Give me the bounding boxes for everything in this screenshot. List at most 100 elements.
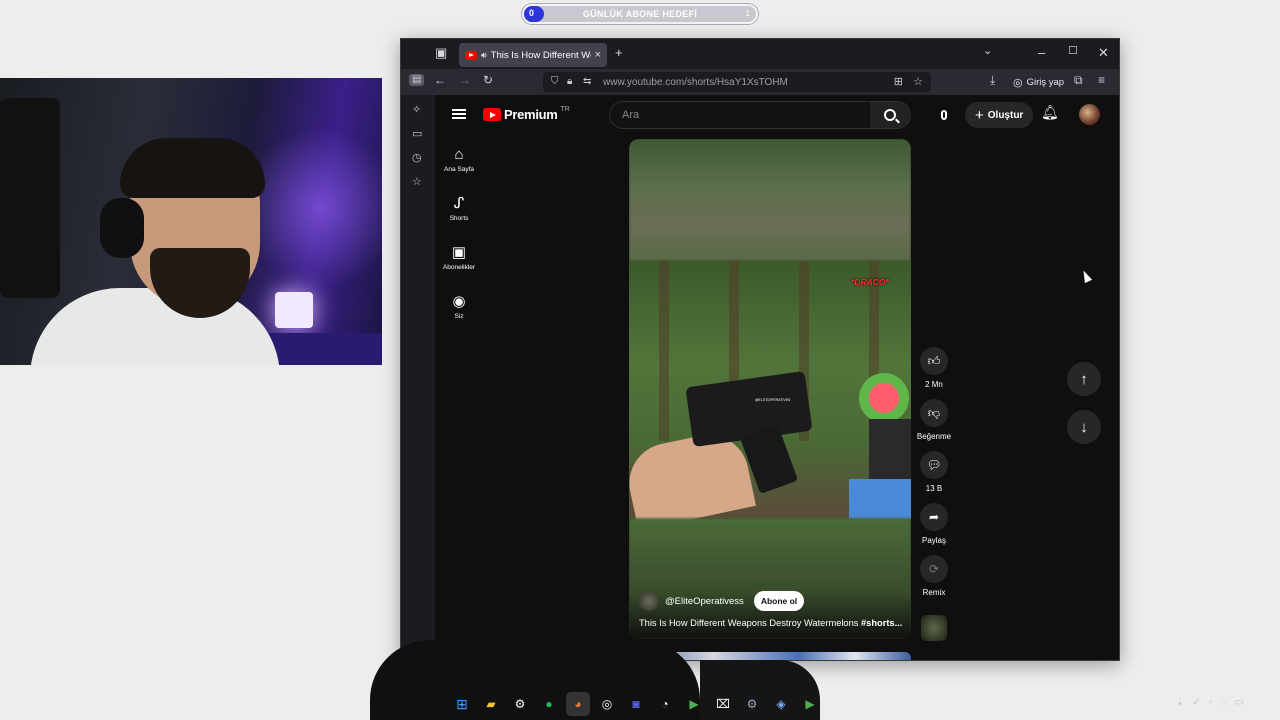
subscriber-goal-bar: 0 GÜNLÜK ABONE HEDEFİ 1 xyxy=(522,4,758,24)
logo-text: Premium xyxy=(504,107,558,122)
dislike-label: Beğenme xyxy=(916,432,952,441)
goal-label: GÜNLÜK ABONE HEDEFİ xyxy=(582,9,698,19)
tab-list-chevron-icon[interactable]: ⌄ xyxy=(983,46,992,57)
caption-hashtag[interactable]: #shorts... xyxy=(861,618,902,628)
guide-item-subscriptions[interactable]: ▣ Abonelikler xyxy=(435,245,483,271)
downloads-icon[interactable]: ⤓ xyxy=(990,74,995,86)
comments-button[interactable]: 💬︎ 13 B xyxy=(917,451,951,493)
history-icon[interactable]: ◷ xyxy=(412,153,422,164)
video-blur-top xyxy=(629,139,911,261)
tray-icon-5[interactable]: ▭ xyxy=(1234,697,1243,708)
system-tray: ⇣ ✓ ▫ ◌ ▭ xyxy=(1176,697,1244,708)
search-box xyxy=(609,101,911,129)
bookmarks-star-icon[interactable]: ☆ xyxy=(412,177,422,188)
close-window-icon[interactable]: ✕ xyxy=(1098,46,1109,59)
channel-info: @EliteOperativess Abone ol xyxy=(639,591,805,611)
obs-icon[interactable]: ◎ xyxy=(595,692,619,716)
short-video-player[interactable]: *DRACO* @ELITEOPERATIVES @EliteOperative… xyxy=(629,139,911,639)
reload-icon[interactable]: ↻ xyxy=(483,74,493,86)
guide-label: Siz xyxy=(454,313,464,320)
tab-manager-icon[interactable]: ▣ xyxy=(435,46,447,59)
video-overlay-tag: *DRACO* xyxy=(851,277,889,287)
create-button[interactable]: + Oluştur xyxy=(965,102,1034,128)
voice-search-button[interactable] xyxy=(932,103,956,127)
sign-in-label: Giriş yap xyxy=(1026,76,1065,88)
network-app-icon[interactable]: ◈ xyxy=(769,692,793,716)
extensions-icon[interactable]: ⧉ xyxy=(1074,74,1083,86)
nav-bar: ▤ ← → ↻ ⛉ 🔒︎ ⇆ www.youtube.com/shorts/Hs… xyxy=(401,69,1119,95)
tab-title: This Is How Different Weapo xyxy=(490,49,591,61)
comment-icon: 💬︎ xyxy=(920,451,948,479)
windows-start-icon[interactable]: ⊞ xyxy=(450,692,474,716)
speaker-icon[interactable]: 🔊︎ xyxy=(481,50,487,61)
permissions-icon[interactable]: ⇆ xyxy=(583,76,591,87)
media-player-2-icon[interactable]: ▶ xyxy=(798,692,822,716)
guide-item-you[interactable]: ◉ Siz xyxy=(435,294,483,320)
spotify-icon[interactable]: ● xyxy=(537,692,561,716)
notifications-bell-icon[interactable]: 🔔︎ xyxy=(1041,105,1059,119)
guide-label: Shorts xyxy=(449,215,469,222)
tray-icon-3[interactable]: ▫ xyxy=(1209,697,1213,708)
microphone-icon xyxy=(941,110,947,120)
tray-icon-1[interactable]: ⇣ xyxy=(1176,697,1184,708)
shield-icon[interactable]: ⛉ xyxy=(551,76,559,87)
dislike-button[interactable]: 👎︎ Beğenme xyxy=(917,399,951,441)
bookmark-star-icon[interactable]: ☆ xyxy=(913,75,923,88)
menu-icon[interactable]: ≡ xyxy=(1098,74,1105,86)
file-explorer-icon[interactable]: ▰ xyxy=(479,692,503,716)
like-button[interactable]: 👍︎ 2 Mn xyxy=(917,347,951,389)
country-code: TR xyxy=(560,106,570,113)
remix-button[interactable]: ⟳ Remix xyxy=(917,555,951,597)
guide-item-shorts[interactable]: ᔑ Shorts xyxy=(435,196,483,222)
guide-label: Abonelikler xyxy=(442,264,476,271)
close-tab-icon[interactable]: × xyxy=(595,49,601,61)
arrow-up-icon: ↑ xyxy=(1080,370,1088,388)
channel-name[interactable]: @EliteOperativess xyxy=(665,596,744,607)
share-button[interactable]: ➦ Paylaş xyxy=(917,503,951,545)
youtube-favicon-icon xyxy=(465,50,477,60)
maximize-icon[interactable]: ☐ xyxy=(1068,46,1078,57)
capcut-icon[interactable]: ⌧ xyxy=(711,692,735,716)
browser-window: ▣ 🔊︎ This Is How Different Weapo × + ⌄ –… xyxy=(400,38,1120,661)
clock-app-icon[interactable]: ◔ xyxy=(653,692,677,716)
tray-icon-2[interactable]: ✓ xyxy=(1192,697,1200,708)
minimize-icon[interactable]: – xyxy=(1038,46,1045,59)
avatar[interactable] xyxy=(1079,104,1100,125)
sound-thumbnail[interactable] xyxy=(921,615,947,641)
firefox-icon[interactable]: ◕ xyxy=(566,692,590,716)
tab-youtube[interactable]: 🔊︎ This Is How Different Weapo × xyxy=(459,43,607,67)
address-bar[interactable]: ⛉ 🔒︎ ⇆ www.youtube.com/shorts/HsaY1XsTOH… xyxy=(543,72,931,92)
media-player-icon[interactable]: ▶ xyxy=(682,692,706,716)
synced-tabs-icon[interactable]: ▭ xyxy=(412,129,422,140)
ai-sparkle-icon[interactable]: ✧ xyxy=(412,105,421,116)
channel-avatar[interactable] xyxy=(639,591,659,611)
video-watermark: @ELITEOPERATIVES xyxy=(755,398,791,402)
youtube-premium-logo[interactable]: Premium TR xyxy=(483,106,570,122)
sidebar-toggle-icon[interactable]: ▤ xyxy=(409,74,425,86)
forward-icon[interactable]: → xyxy=(459,74,471,86)
search-button[interactable] xyxy=(870,102,910,128)
settings-app-icon[interactable]: ⚙ xyxy=(740,692,764,716)
guide-item-home[interactable]: ⌂ Ana Sayfa xyxy=(435,147,483,173)
next-short-button[interactable]: ↓ xyxy=(1067,410,1101,444)
remix-label: Remix xyxy=(922,588,946,597)
lock-icon[interactable]: 🔒︎ xyxy=(567,76,572,87)
new-tab-icon[interactable]: + xyxy=(615,46,623,59)
streamer-shirt xyxy=(30,288,280,365)
video-caption[interactable]: This Is How Different Weapons Destroy Wa… xyxy=(639,618,903,628)
save-page-icon[interactable]: ⊞ xyxy=(894,75,903,88)
youtube-header: Premium TR + Oluştur 🔔︎ xyxy=(435,95,1119,135)
search-input[interactable] xyxy=(610,102,870,128)
back-icon[interactable]: ← xyxy=(434,74,446,86)
previous-short-button[interactable]: ↑ xyxy=(1067,362,1101,396)
tray-icon-4[interactable]: ◌ xyxy=(1220,697,1226,708)
gaming-chair xyxy=(0,98,60,298)
webcam-feed xyxy=(0,78,382,365)
subscribe-button[interactable]: Abone ol xyxy=(753,591,805,611)
arrow-down-icon: ↓ xyxy=(1080,418,1088,436)
discord-icon[interactable]: ◙ xyxy=(624,692,648,716)
sign-in-button[interactable]: ◎ Giriş yap xyxy=(1013,72,1064,92)
guide-label: Ana Sayfa xyxy=(444,166,474,173)
guide-menu-icon[interactable] xyxy=(452,109,466,119)
steam-icon[interactable]: ⚙ xyxy=(508,692,532,716)
